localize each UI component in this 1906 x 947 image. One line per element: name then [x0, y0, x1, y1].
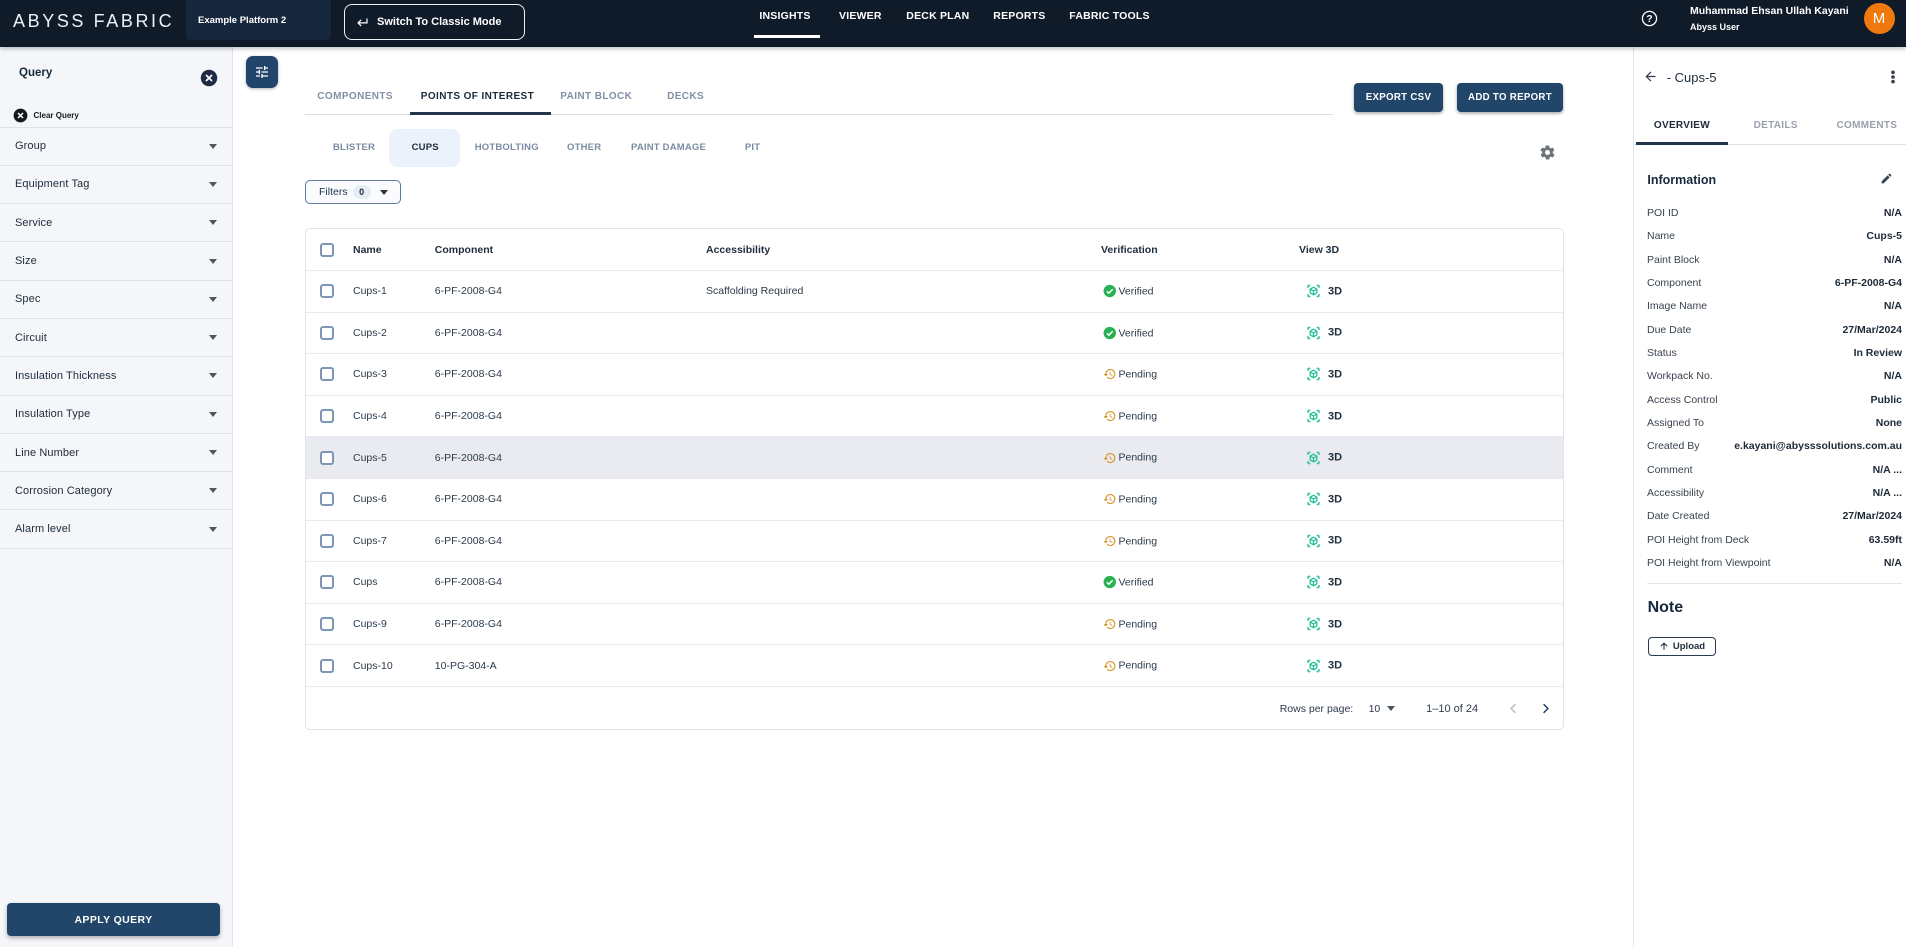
- svg-text:?: ?: [1646, 14, 1652, 25]
